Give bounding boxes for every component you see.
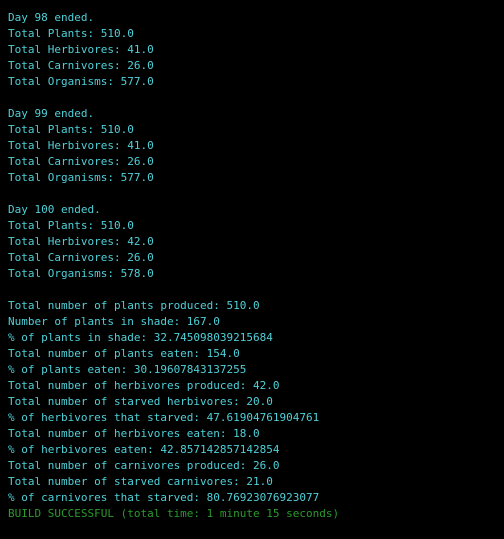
summary-plants-eaten-percent: % of plants eaten: 30.19607843137255	[8, 363, 247, 376]
day-99-block: Day 99 ended. Total Plants: 510.0 Total …	[8, 106, 496, 186]
day-100-block: Day 100 ended. Total Plants: 510.0 Total…	[8, 202, 496, 282]
total-carnivores-line: Total Carnivores: 26.0	[8, 251, 154, 264]
total-plants-line: Total Plants: 510.0	[8, 219, 134, 232]
summary-starved-carnivores: Total number of starved carnivores: 21.0	[8, 475, 273, 488]
total-carnivores-line: Total Carnivores: 26.0	[8, 155, 154, 168]
summary-starved-herbivores: Total number of starved herbivores: 20.0	[8, 395, 273, 408]
total-organisms-line: Total Organisms: 577.0	[8, 171, 154, 184]
day-ended-line: Day 100 ended.	[8, 203, 101, 216]
summary-herbivores-produced: Total number of herbivores produced: 42.…	[8, 379, 280, 392]
summary-carnivores-starved-percent: % of carnivores that starved: 80.7692307…	[8, 491, 320, 504]
summary-carnivores-produced: Total number of carnivores produced: 26.…	[8, 459, 280, 472]
day-ended-line: Day 98 ended.	[8, 11, 95, 24]
summary-block: Total number of plants produced: 510.0 N…	[8, 298, 496, 506]
summary-herbivores-eaten: Total number of herbivores eaten: 18.0	[8, 427, 260, 440]
total-plants-line: Total Plants: 510.0	[8, 27, 134, 40]
total-organisms-line: Total Organisms: 578.0	[8, 267, 154, 280]
total-herbivores-line: Total Herbivores: 41.0	[8, 139, 154, 152]
summary-plants-eaten: Total number of plants eaten: 154.0	[8, 347, 240, 360]
total-herbivores-line: Total Herbivores: 41.0	[8, 43, 154, 56]
summary-herbivores-eaten-percent: % of herbivores eaten: 42.85714285714285…	[8, 443, 280, 456]
total-plants-line: Total Plants: 510.0	[8, 123, 134, 136]
build-status-line: BUILD SUCCESSFUL (total time: 1 minute 1…	[8, 507, 340, 520]
total-carnivores-line: Total Carnivores: 26.0	[8, 59, 154, 72]
day-ended-line: Day 99 ended.	[8, 107, 95, 120]
total-herbivores-line: Total Herbivores: 42.0	[8, 235, 154, 248]
console-output[interactable]: Day 98 ended. Total Plants: 510.0 Total …	[0, 0, 504, 539]
summary-herbivores-starved-percent: % of herbivores that starved: 47.6190476…	[8, 411, 320, 424]
summary-plants-in-shade: Number of plants in shade: 167.0	[8, 315, 220, 328]
summary-plants-in-shade-percent: % of plants in shade: 32.745098039215684	[8, 331, 273, 344]
summary-plants-produced: Total number of plants produced: 510.0	[8, 299, 260, 312]
total-organisms-line: Total Organisms: 577.0	[8, 75, 154, 88]
day-98-block: Day 98 ended. Total Plants: 510.0 Total …	[8, 10, 496, 90]
